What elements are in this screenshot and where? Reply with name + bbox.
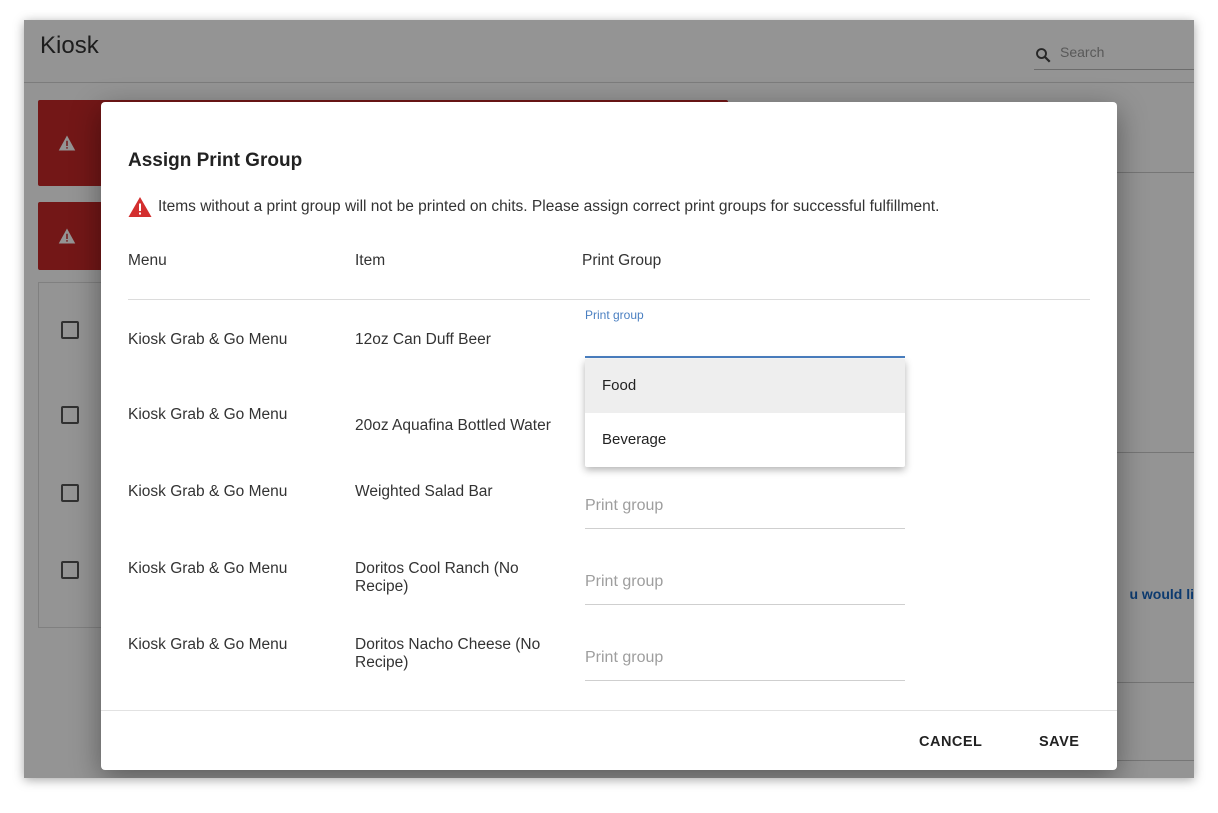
- footer-divider: [101, 710, 1117, 711]
- row-menu: Kiosk Grab & Go Menu: [128, 560, 288, 577]
- assign-print-group-dialog: Assign Print Group Items without a print…: [101, 102, 1117, 770]
- print-group-select[interactable]: Print group: [585, 573, 905, 605]
- print-group-floating-label: Print group: [585, 308, 644, 322]
- kiosk-window: Kiosk Search u would li Assign Print Gro…: [24, 20, 1194, 778]
- column-header-item: Item: [355, 252, 386, 269]
- dialog-title: Assign Print Group: [128, 150, 303, 171]
- column-header-print-group: Print Group: [582, 252, 662, 269]
- print-group-select[interactable]: Print group: [585, 497, 905, 529]
- dropdown-option-food[interactable]: Food: [585, 359, 905, 413]
- row-item: Doritos Cool Ranch (No Recipe): [355, 560, 519, 595]
- row-item: 12oz Can Duff Beer: [355, 331, 491, 348]
- cancel-button[interactable]: CANCEL: [907, 724, 994, 760]
- column-header-menu: Menu: [128, 252, 167, 269]
- warning-text: Items without a print group will not be …: [158, 198, 940, 215]
- row-menu: Kiosk Grab & Go Menu: [128, 483, 288, 500]
- save-button[interactable]: SAVE: [1027, 724, 1091, 760]
- print-group-select-active[interactable]: Print group: [585, 306, 905, 358]
- print-group-dropdown: Food Beverage: [585, 359, 905, 467]
- header-divider: [128, 299, 1090, 300]
- row-menu: Kiosk Grab & Go Menu: [128, 331, 288, 348]
- print-group-placeholder: Print group: [585, 649, 664, 666]
- print-group-select[interactable]: Print group: [585, 649, 905, 681]
- row-item: 20oz Aquafina Bottled Water: [355, 417, 551, 434]
- warning-icon: [128, 197, 152, 217]
- row-menu: Kiosk Grab & Go Menu: [128, 406, 288, 423]
- row-item: Doritos Nacho Cheese (No Recipe): [355, 636, 541, 671]
- row-item: Weighted Salad Bar: [355, 483, 493, 500]
- print-group-placeholder: Print group: [585, 573, 664, 590]
- print-group-placeholder: Print group: [585, 497, 664, 514]
- dropdown-option-beverage[interactable]: Beverage: [585, 413, 905, 467]
- row-menu: Kiosk Grab & Go Menu: [128, 636, 288, 653]
- dialog-warning: Items without a print group will not be …: [128, 196, 939, 218]
